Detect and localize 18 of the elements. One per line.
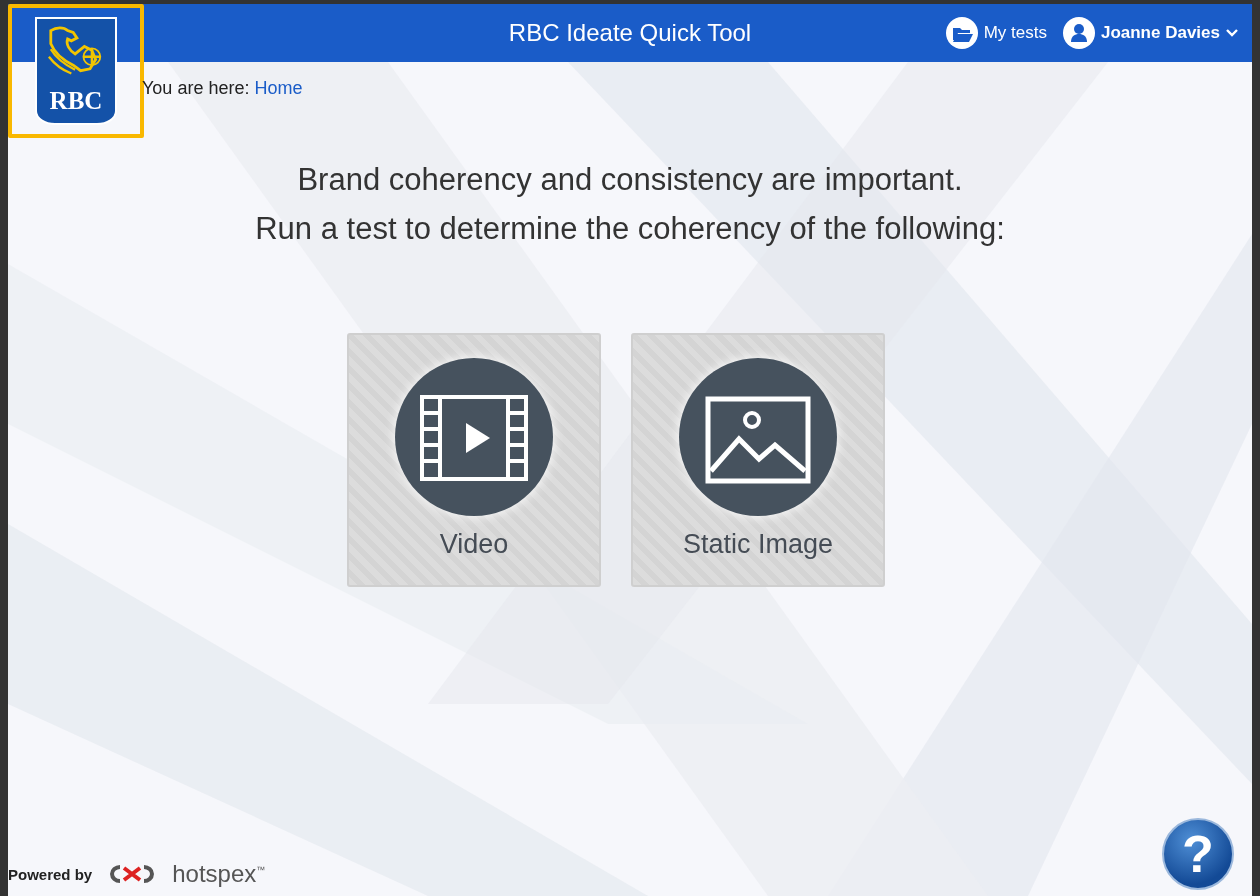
user-icon (1062, 17, 1095, 49)
logo-text: RBC (49, 87, 103, 115)
brand-name: hotspex$^{™}$ (172, 860, 266, 888)
trademark-mark: ™ (256, 865, 266, 875)
folder-icon (945, 17, 978, 49)
video-option-card[interactable]: Video (347, 333, 601, 587)
my-tests-link[interactable]: My tests (945, 17, 1047, 49)
heading-text: Brand coherency and consistency are important. (296, 161, 964, 199)
user-menu[interactable]: Joanne Davies (1062, 17, 1238, 49)
image-icon (678, 357, 838, 517)
image-option-card[interactable]: Static Image (631, 333, 885, 587)
chevron-down-icon (1226, 29, 1238, 37)
breadcrumb-link[interactable]: Home (254, 78, 303, 99)
heading-text: Run a test to determine the coherency of the following: (254, 210, 1006, 248)
powered-by-label: Powered by (8, 865, 93, 883)
app-title: RBC Ideate Quick Tool (508, 19, 752, 47)
rbc-logo[interactable]: RBC (35, 17, 117, 125)
film-play-icon (394, 357, 554, 517)
